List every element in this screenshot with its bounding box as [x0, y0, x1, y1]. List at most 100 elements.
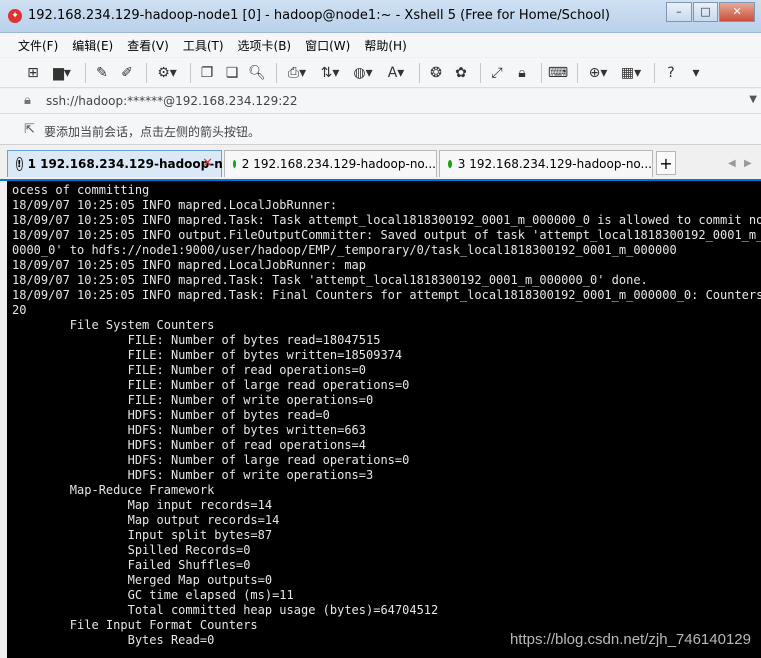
terminal-line: ocess of committing — [12, 183, 150, 197]
toolbar-separator — [146, 62, 147, 83]
alert-icon: ! — [16, 157, 23, 171]
toolbar-separator — [654, 62, 655, 83]
find-icon[interactable]: 🔍︎ — [246, 63, 268, 83]
tab-label: 2 192.168.234.129-hadoop-no... — [241, 157, 436, 171]
hint-text: 要添加当前会话，点击左侧的箭头按钮。 — [44, 125, 261, 139]
terminal-line: File Input Format Counters — [12, 618, 258, 632]
terminal-line: Total committed heap usage (bytes)=64704… — [12, 603, 439, 617]
open-folder-icon[interactable]: ▆▾ — [47, 63, 77, 83]
chevron-down-icon[interactable]: ▼ — [749, 94, 757, 105]
terminal-line: HDFS: Number of bytes read=0 — [12, 408, 330, 422]
new-session-icon[interactable]: ⊞ — [22, 63, 44, 83]
toolbar-separator — [577, 62, 578, 83]
layout-icon[interactable]: ▦▾ — [616, 63, 646, 83]
terminal-line: HDFS: Number of read operations=4 — [12, 438, 367, 452]
terminal-line: FILE: Number of bytes read=18047515 — [12, 333, 381, 347]
tab-session-1[interactable]: ! 1 192.168.234.129-hadoop-n... ✕ — [7, 150, 236, 177]
terminal-output: ocess of committing 18/09/07 10:25:05 IN… — [7, 181, 761, 648]
terminal-line: Merged Map outputs=0 — [12, 573, 273, 587]
terminal-line: FILE: Number of write operations=0 — [12, 393, 374, 407]
toolbar-separator — [541, 62, 542, 83]
terminal-area[interactable]: ocess of committing 18/09/07 10:25:05 IN… — [7, 181, 761, 658]
terminal-line: Map input records=14 — [12, 498, 273, 512]
watermark: https://blog.csdn.net/zjh_746140129 — [509, 631, 751, 648]
terminal-line: HDFS: Number of bytes written=663 — [12, 423, 367, 437]
connected-status-icon — [233, 160, 236, 168]
menu-edit[interactable]: 编辑(E) — [72, 37, 113, 54]
window-controls: – □ ✕ — [665, 2, 755, 22]
terminal-line: 0000_0' to hdfs://node1:9000/user/hadoop… — [12, 243, 677, 257]
fullscreen-icon[interactable]: ⤢ — [486, 63, 508, 83]
window-title: 192.168.234.129-hadoop-node1 [0] - hadoo… — [28, 8, 610, 23]
menu-tools[interactable]: 工具(T) — [183, 37, 224, 54]
globe-icon[interactable]: ◍▾ — [348, 63, 378, 83]
keyboard-icon[interactable]: ⌨ — [547, 63, 569, 83]
menu-tab[interactable]: 选项卡(B) — [238, 37, 292, 54]
menu-file[interactable]: 文件(F) — [18, 37, 58, 54]
terminal-line: FILE: Number of large read operations=0 — [12, 378, 410, 392]
terminal-line: 18/09/07 10:25:05 INFO mapred.Task: Task… — [12, 273, 648, 287]
xshell-app-icon[interactable]: ✦ — [8, 9, 22, 23]
title-bar: ✦ 192.168.234.129-hadoop-node1 [0] - had… — [0, 0, 761, 33]
menu-window[interactable]: 窗口(W) — [305, 37, 350, 54]
toolbar-separator — [480, 62, 481, 83]
xftp-icon[interactable]: ❂ — [425, 63, 447, 83]
menu-bar: 文件(F) 编辑(E) 查看(V) 工具(T) 选项卡(B) 窗口(W) 帮助(… — [0, 33, 761, 57]
terminal-line: HDFS: Number of large read operations=0 — [12, 453, 410, 467]
paste-icon[interactable]: ❏ — [221, 63, 243, 83]
terminal-line: File System Counters — [12, 318, 215, 332]
toolbar-separator — [419, 62, 420, 83]
close-icon[interactable]: ✕ — [202, 156, 213, 171]
ssh-lock-icon: 🔒︎ — [24, 93, 31, 108]
tab-scroll-right-icon[interactable]: ▶ — [744, 158, 752, 169]
connect-icon[interactable]: ✎ — [91, 63, 113, 83]
arrow-icon[interactable]: ⇱ — [24, 122, 35, 137]
session-tab-bar: ! 1 192.168.234.129-hadoop-n... ✕ 2 192.… — [0, 145, 761, 181]
maximize-button[interactable]: □ — [692, 2, 719, 22]
terminal-line: 18/09/07 10:25:05 INFO mapred.LocalJobRu… — [12, 198, 338, 212]
terminal-line: Bytes Read=0 — [12, 633, 215, 647]
terminal-line: 18/09/07 10:25:05 INFO mapred.Task: Task… — [12, 213, 761, 227]
transfer-icon[interactable]: ⇅▾ — [315, 63, 345, 83]
close-window-button[interactable]: ✕ — [719, 2, 755, 22]
terminal-line: Spilled Records=0 — [12, 543, 251, 557]
terminal-line: Map-Reduce Framework — [12, 483, 215, 497]
tab-label: 3 192.168.234.129-hadoop-no... — [457, 157, 652, 171]
add-icon[interactable]: ⊕▾ — [583, 63, 613, 83]
tab-scroll-left-icon[interactable]: ◀ — [728, 158, 736, 169]
terminal-line: FILE: Number of bytes written=18509374 — [12, 348, 403, 362]
address-input[interactable]: ssh://hadoop:******@192.168.234.129:22 — [46, 94, 298, 108]
toolbar: ⊞ ▆▾ ✎ ✐ ⚙▾ ❐ ❏ 🔍︎ ⎙▾ ⇅▾ ◍▾ A▾ ❂ ✿ ⤢ 🔒︎ … — [0, 58, 761, 88]
tab-session-2[interactable]: 2 192.168.234.129-hadoop-no... — [224, 150, 437, 177]
terminal-line: 18/09/07 10:25:05 INFO output.FileOutput… — [12, 228, 761, 242]
terminal-line: 20 — [12, 303, 27, 317]
xmanager-icon[interactable]: ✿ — [450, 63, 472, 83]
address-bar[interactable]: 🔒︎ ssh://hadoop:******@192.168.234.129:2… — [0, 89, 761, 114]
terminal-line: Failed Shuffles=0 — [12, 558, 251, 572]
terminal-line: 18/09/07 10:25:05 INFO mapred.Task: Fina… — [12, 288, 761, 302]
terminal-line: Map output records=14 — [12, 513, 280, 527]
minimize-button[interactable]: – — [666, 2, 692, 22]
help-icon[interactable]: ? — [660, 63, 682, 83]
tab-session-3[interactable]: 3 192.168.234.129-hadoop-no... — [439, 150, 653, 177]
lock-icon[interactable]: 🔒︎ — [511, 63, 533, 83]
terminal-line: GC time elapsed (ms)=11 — [12, 588, 294, 602]
terminal-line: 18/09/07 10:25:05 INFO mapred.LocalJobRu… — [12, 258, 367, 272]
copy-icon[interactable]: ❐ — [196, 63, 218, 83]
toolbar-separator — [190, 62, 191, 83]
font-icon[interactable]: A▾ — [381, 63, 411, 83]
terminal-line: FILE: Number of read operations=0 — [12, 363, 367, 377]
connected-status-icon — [448, 160, 452, 168]
properties-icon[interactable]: ⚙▾ — [152, 63, 182, 83]
toolbar-separator — [85, 62, 86, 83]
print-icon[interactable]: ⎙▾ — [282, 63, 312, 83]
new-tab-button[interactable]: + — [656, 151, 676, 175]
session-hint-bar: ⇱ 要添加当前会话，点击左侧的箭头按钮。 — [0, 114, 761, 145]
terminal-line: HDFS: Number of write operations=3 — [12, 468, 374, 482]
menu-view[interactable]: 查看(V) — [127, 37, 169, 54]
toolbar-separator — [276, 62, 277, 83]
menu-help[interactable]: 帮助(H) — [364, 37, 406, 54]
window-left-border — [0, 181, 7, 658]
disconnect-icon[interactable]: ✐ — [116, 63, 138, 83]
toolbar-overflow-icon[interactable]: ▾ — [685, 63, 707, 83]
